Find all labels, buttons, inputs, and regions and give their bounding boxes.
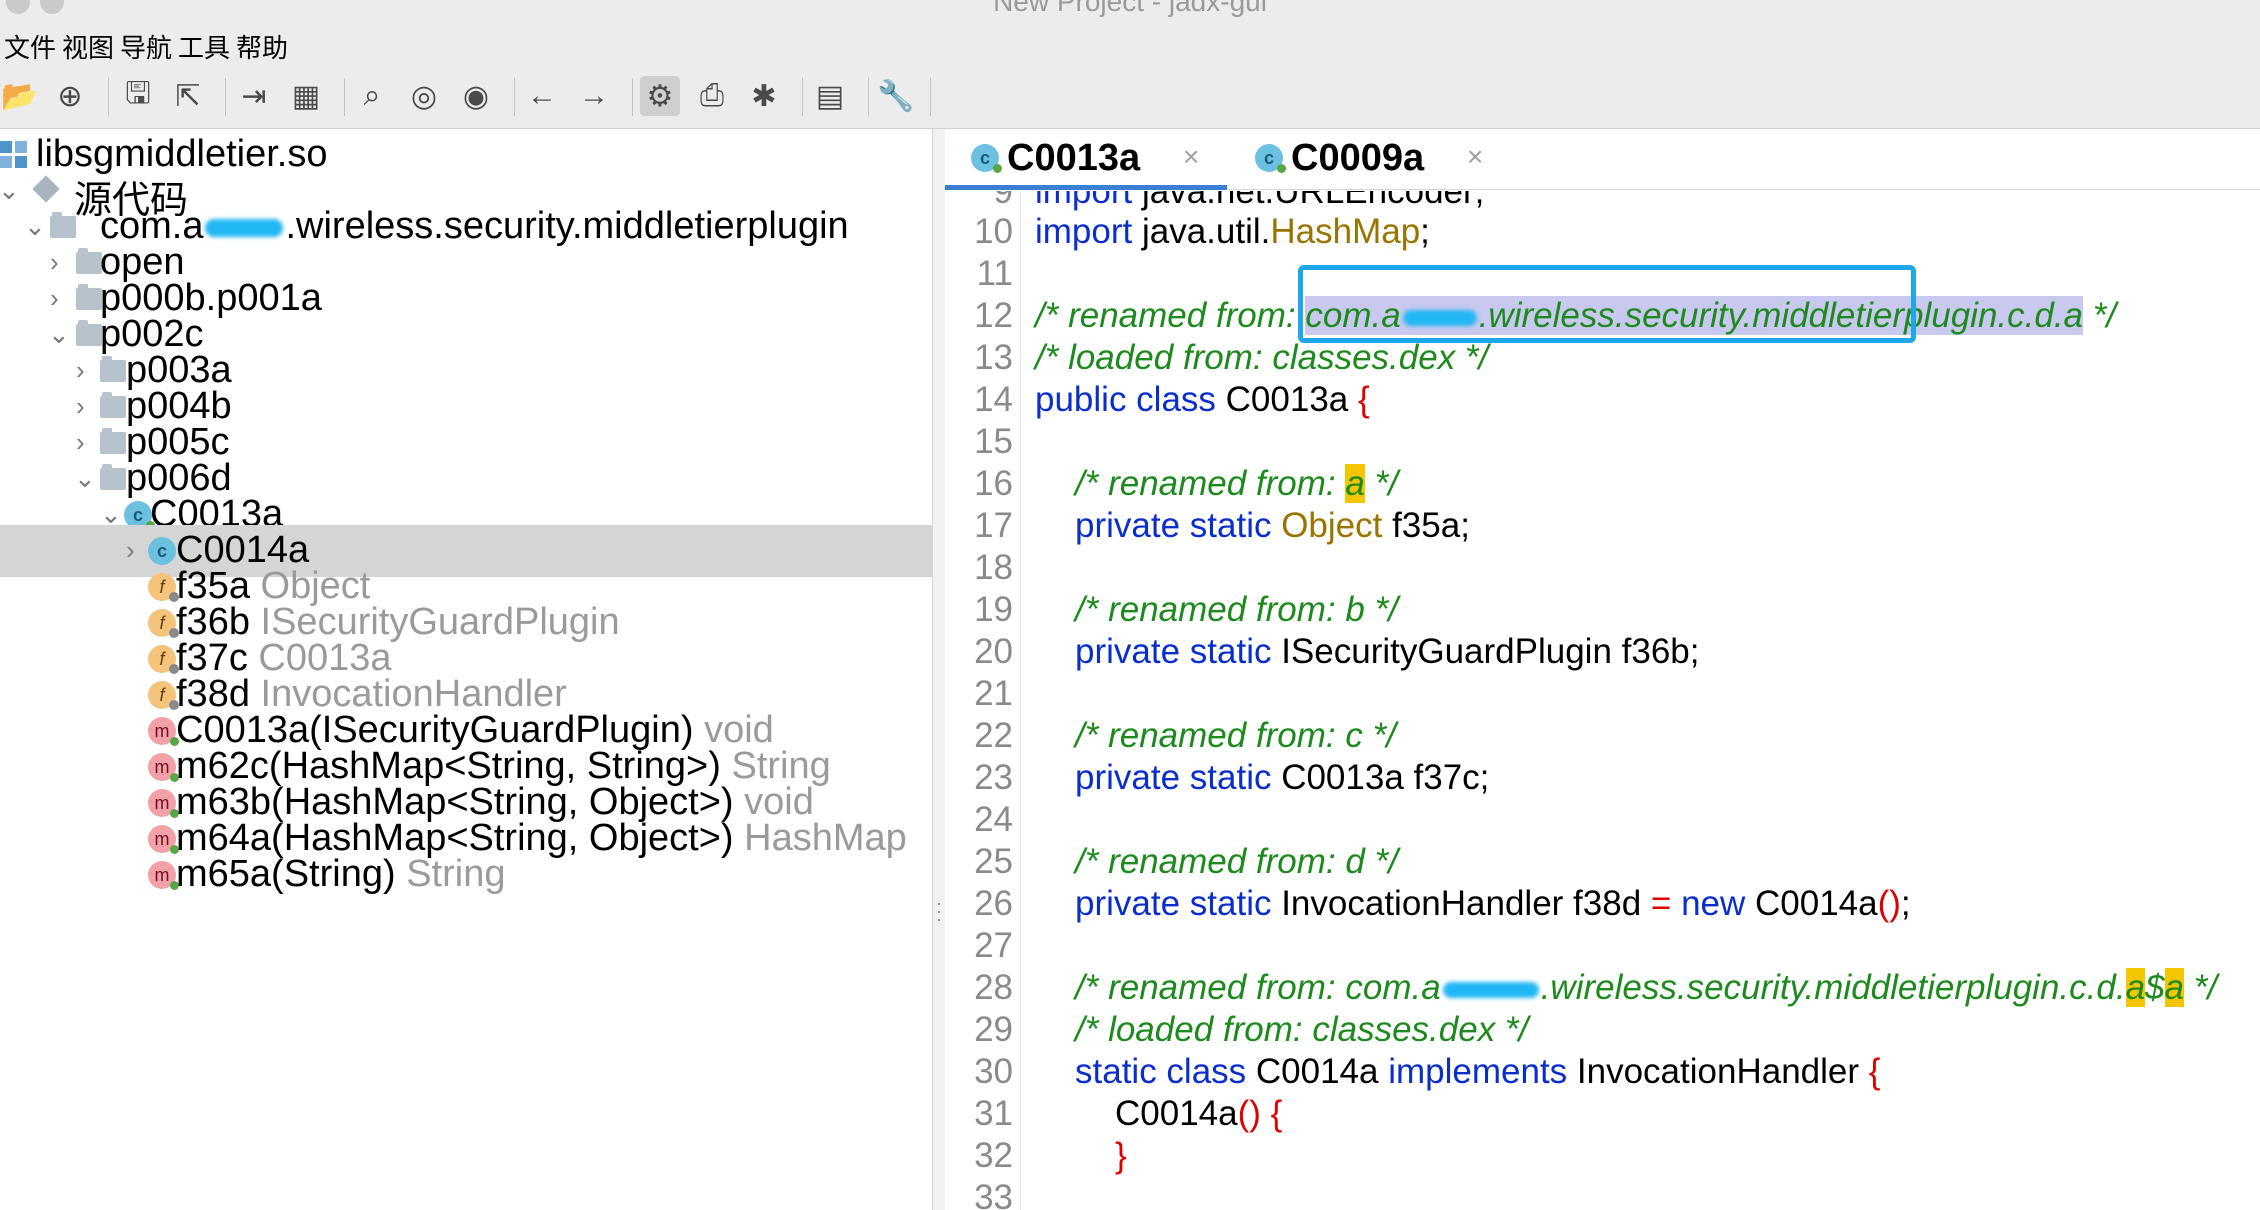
code-line: 20 private static ISecurityGuardPlugin f3… xyxy=(974,632,1700,671)
redaction-mark xyxy=(1442,981,1539,998)
window-title: New Project - jadx-gui xyxy=(993,0,1267,17)
search-icon[interactable]: ⌕ xyxy=(352,76,392,116)
toolbar-separator xyxy=(868,78,869,116)
code-line: 19/* renamed from: b */ xyxy=(974,590,1398,629)
code-line: 10 import java.util.HashMap; xyxy=(974,212,1430,251)
toolbar-separator xyxy=(632,78,633,116)
code-line: 30 static class C0014a implements Invocat… xyxy=(974,1052,1881,1091)
code-line: 15 xyxy=(974,422,1013,461)
decompile-icon[interactable]: ⎙ xyxy=(692,76,732,116)
toolbar: 📂 ⊕ 🖫 ⇱ ⇥ ▦ ⌕ ◎ ◉ ← → ⚙ ⎙ ✱ ▤ 🔧 xyxy=(0,66,2260,129)
tree-label: m65a(String) String xyxy=(176,853,506,895)
folder-icon xyxy=(100,392,126,418)
menu-help[interactable]: 帮助 xyxy=(236,28,288,65)
toolbar-separator xyxy=(514,78,515,116)
close-tab-icon[interactable]: × xyxy=(1467,141,1483,173)
toolbar-separator xyxy=(225,78,226,116)
code-view[interactable]: 9 import java.net.URLEncoder; 10 import ja… xyxy=(945,191,2260,1210)
tab-c0009a[interactable]: c C0009a × xyxy=(1229,129,1511,189)
debug-icon[interactable]: ✱ xyxy=(744,76,784,116)
source-icon xyxy=(32,175,60,203)
menu-file[interactable]: 文件 xyxy=(4,28,56,65)
find-class-icon[interactable]: ◎ xyxy=(404,76,444,116)
menu-tools[interactable]: 工具 xyxy=(178,28,230,65)
flatten-packages-icon[interactable]: ▦ xyxy=(286,76,326,116)
code-line: 33 xyxy=(974,1178,1013,1210)
class-icon: c xyxy=(971,144,1002,173)
menu-bar: 文件 视图 导航 工具 帮助 xyxy=(0,20,2260,67)
folder-icon xyxy=(100,428,126,454)
code-line: 32} xyxy=(974,1136,1127,1175)
export-icon[interactable]: ⇱ xyxy=(168,76,208,116)
code-line: 17 private static Object f35a; xyxy=(974,506,1470,545)
tab-label: C0013a xyxy=(1007,137,1141,179)
folder-icon xyxy=(50,212,76,238)
deobfuscation-icon[interactable]: ⚙ xyxy=(640,76,680,116)
folder-icon xyxy=(100,464,126,490)
editor-tabs: c C0013a × c C0009a × xyxy=(945,129,2260,190)
folder-icon xyxy=(100,356,126,382)
code-line: 24 xyxy=(974,800,1013,839)
toolbar-separator xyxy=(930,78,931,116)
drag-handle-icon: · · · xyxy=(936,893,942,929)
toolbar-separator xyxy=(108,78,109,116)
code-line: 28/* renamed from: com.a .wireless.securi… xyxy=(974,968,2218,1007)
code-line: 18 xyxy=(974,548,1013,587)
save-icon[interactable]: 🖫 xyxy=(118,76,158,116)
menu-view[interactable]: 视图 xyxy=(62,28,114,65)
log-icon[interactable]: ▤ xyxy=(810,76,850,116)
tab-label: C0009a xyxy=(1291,137,1425,179)
code-line: 27 xyxy=(974,926,1013,965)
method-icon: m xyxy=(148,861,179,890)
add-files-icon[interactable]: ⊕ xyxy=(50,76,90,116)
code-line: 21 xyxy=(974,674,1013,713)
code-line: 31 C0014a() { xyxy=(974,1094,1283,1133)
code-line: 23 private static C0013a f37c; xyxy=(974,758,1490,797)
toolbar-separator xyxy=(802,78,803,116)
forward-icon[interactable]: → xyxy=(574,76,614,116)
preferences-icon[interactable]: 🔧 xyxy=(876,76,916,116)
sync-tree-icon[interactable]: ⇥ xyxy=(234,76,274,116)
menu-navigation[interactable]: 导航 xyxy=(120,28,172,65)
close-tab-icon[interactable]: × xyxy=(1183,141,1199,173)
folder-icon xyxy=(76,284,102,310)
window-title-bar: New Project - jadx-gui xyxy=(0,0,2260,20)
code-line: 14 public class C0013a { xyxy=(974,380,1370,419)
open-file-icon[interactable]: 📂 xyxy=(0,76,40,116)
panel-splitter[interactable]: · · · xyxy=(932,129,946,1210)
tree-node-method[interactable]: m m65a(String) String xyxy=(0,849,932,901)
code-line: 16/* renamed from: a */ xyxy=(974,464,1398,503)
code-line: 25/* renamed from: d */ xyxy=(974,842,1398,881)
tab-c0013a[interactable]: c C0013a × xyxy=(945,129,1227,190)
code-line: 22/* renamed from: c */ xyxy=(974,716,1396,755)
project-tree[interactable]: libsgmiddletier.so ⌄ 源代码 ⌄ com.a .wireles… xyxy=(0,129,932,1210)
class-icon: c xyxy=(1255,144,1286,173)
find-usage-icon[interactable]: ◉ xyxy=(456,76,496,116)
code-line: 13/* loaded from: classes.dex */ xyxy=(974,338,1489,377)
code-line: 9 import java.net.URLEncoder; xyxy=(993,191,1485,211)
code-line: 29/* loaded from: classes.dex */ xyxy=(974,1010,1529,1049)
annotation-callout-box xyxy=(1298,265,1916,343)
folder-icon xyxy=(76,320,102,346)
toolbar-separator xyxy=(344,78,345,116)
code-line: 26 private static InvocationHandler f38d … xyxy=(974,884,1911,923)
back-icon[interactable]: ← xyxy=(522,76,562,116)
redaction-mark xyxy=(205,218,284,237)
folder-icon xyxy=(76,248,102,274)
